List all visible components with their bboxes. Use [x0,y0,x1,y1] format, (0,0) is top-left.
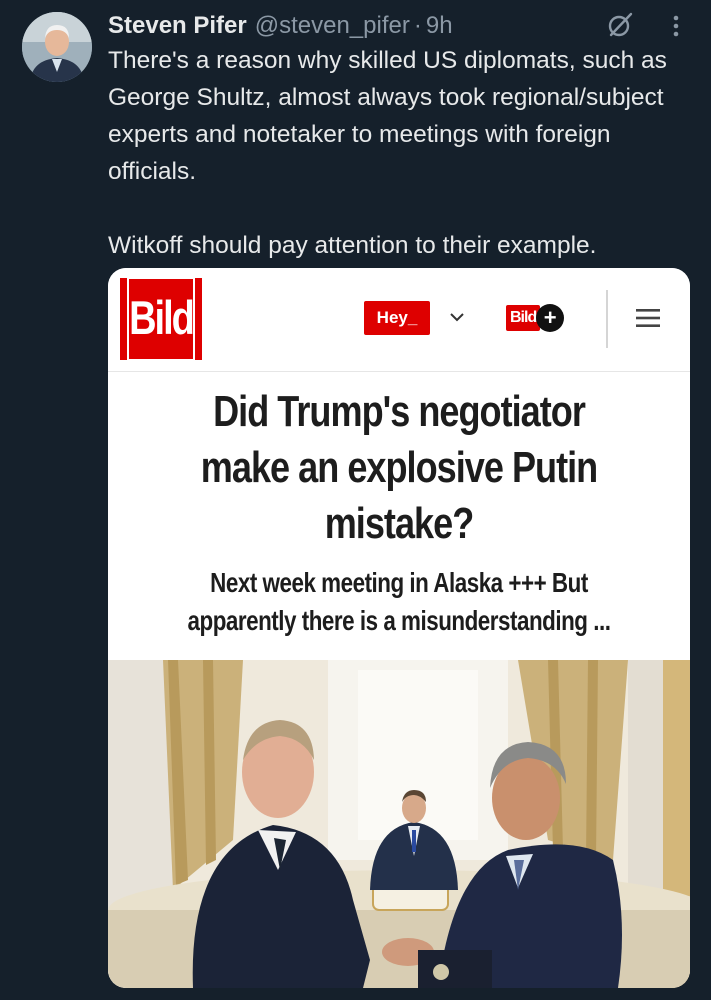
article-headline: Did Trump's negotiator make an explosive… [200,387,598,548]
article-subheadline: Next week meeting in Alaska +++ But appa… [187,567,611,636]
more-vertical-icon[interactable] [668,12,684,40]
tweet-text: There's a reason why skilled US diplomat… [108,42,698,264]
timestamp[interactable]: 9h [426,12,453,40]
separator: · [413,12,422,39]
author-handle[interactable]: @steven_pifer [255,12,410,40]
divider [606,290,608,348]
bild-header: Bild Hey_ Bild + [108,268,690,372]
tweet-header: Steven Pifer @steven_pifer · 9h [108,10,691,42]
hey-button[interactable]: Hey_ [364,301,430,335]
tweet-media[interactable]: Bild Hey_ Bild + Did Trump's negotiator … [108,268,690,988]
bild-logo[interactable]: Bild [120,276,202,362]
bildplus-label: Bild [506,305,541,331]
grok-icon[interactable] [605,10,635,40]
handshake-photo [108,660,690,988]
author-name[interactable]: Steven Pifer [108,12,247,40]
hamburger-menu-icon[interactable] [634,306,662,330]
bildplus-button[interactable]: Bild + [506,301,576,335]
chevron-down-icon[interactable] [448,308,466,326]
tweet-paragraph: There's a reason why skilled US diplomat… [108,47,667,185]
plus-icon: + [536,304,565,332]
avatar[interactable] [22,12,92,82]
tweet-paragraph: Witkoff should pay attention to their ex… [108,232,597,259]
